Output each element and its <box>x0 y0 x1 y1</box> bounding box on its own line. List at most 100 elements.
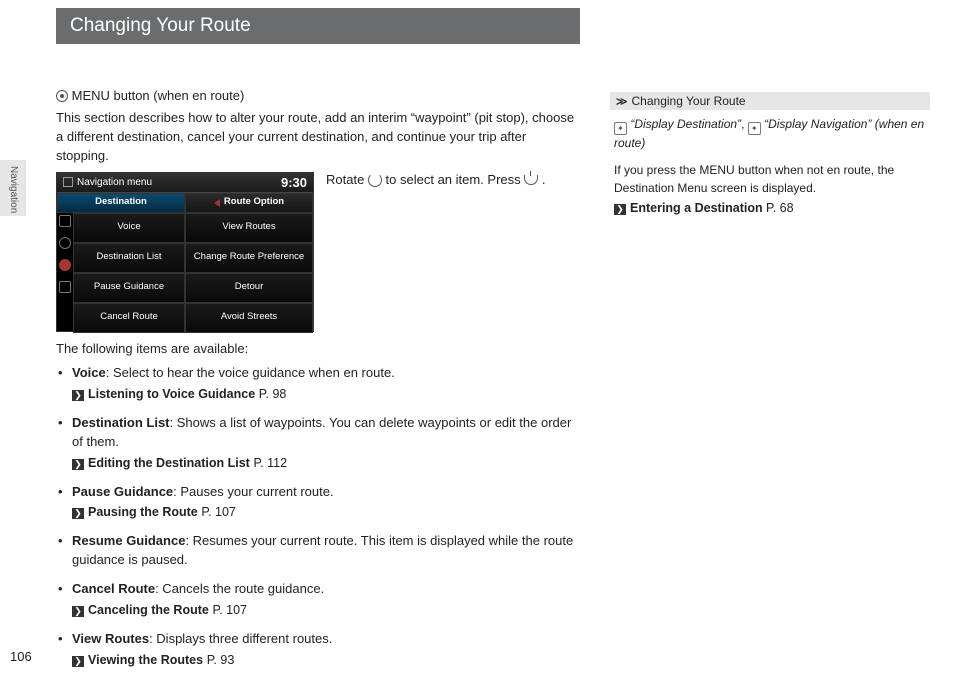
sidebar-column: ≫ Changing Your Route ✦ “Display Destina… <box>610 92 930 224</box>
rotate-instruction: Rotate to select an item. Press . <box>326 172 580 187</box>
xref-title: Editing the Destination List <box>88 456 250 470</box>
nav-item-label: Change Route Preference <box>194 252 304 262</box>
main-column: MENU button (when en route) This section… <box>56 88 580 679</box>
item-desc: : Select to hear the voice guidance when… <box>106 365 395 380</box>
list-icon <box>59 237 71 249</box>
list-item: View Routes: Displays three different ro… <box>56 630 580 670</box>
xref-page: P. 98 <box>259 387 287 401</box>
sidebar-xref: ❯ Entering a Destination P. 68 <box>614 199 926 217</box>
xref-icon: ❯ <box>72 606 84 617</box>
list-item: Voice: Select to hear the voice guidance… <box>56 364 580 404</box>
nav-item-label: Destination List <box>97 252 162 262</box>
xref: ❯ Pausing the Route P. 107 <box>72 503 580 522</box>
xref-page: P. 93 <box>207 653 235 667</box>
item-name: Cancel Route <box>72 581 155 596</box>
page-number: 106 <box>10 649 32 664</box>
xref-icon: ❯ <box>72 390 84 401</box>
screenshot-row: Navigation menu 9:30 Destination Route O… <box>56 172 580 332</box>
xref-icon: ❯ <box>614 204 626 215</box>
nav-item-voice: Voice <box>73 213 185 243</box>
side-tab-label: Navigation <box>8 166 19 213</box>
items-list: Voice: Select to hear the voice guidance… <box>56 364 580 669</box>
voice-cmd-2: “Display Navigation” <box>764 117 871 131</box>
list-item: Pause Guidance: Pauses your current rout… <box>56 483 580 523</box>
xref-title: Canceling the Route <box>88 603 209 617</box>
xref: ❯ Canceling the Route P. 107 <box>72 601 580 620</box>
item-name: Pause Guidance <box>72 484 173 499</box>
item-desc: : Displays three different routes. <box>149 631 332 646</box>
rotary-dial-icon <box>368 173 382 187</box>
voice-command-icon: ✦ <box>748 122 761 135</box>
nav-item-view-routes: View Routes <box>185 213 313 243</box>
pause-icon <box>59 259 71 271</box>
nav-menu-screenshot: Navigation menu 9:30 Destination Route O… <box>56 172 314 332</box>
menu-button-icon <box>56 90 68 102</box>
nav-item-cancel-route: Cancel Route <box>73 303 185 333</box>
intro-paragraph: This section describes how to alter your… <box>56 109 580 166</box>
nav-item-label: Detour <box>235 282 264 292</box>
item-desc: : Pauses your current route. <box>173 484 333 499</box>
nav-item-avoid-streets: Avoid Streets <box>185 303 313 333</box>
arrow-left-icon <box>214 199 220 207</box>
rotate-text-a: Rotate <box>326 172 368 187</box>
xref-icon: ❯ <box>72 508 84 519</box>
voice-sep: , <box>741 117 748 131</box>
sidebar-header: ≫ Changing Your Route <box>610 92 930 110</box>
nav-item-destination-list: Destination List <box>73 243 185 273</box>
item-name: Resume Guidance <box>72 533 185 548</box>
xref-page: P. 107 <box>212 603 247 617</box>
nav-title: Navigation menu <box>77 177 152 188</box>
xref: ❯ Editing the Destination List P. 112 <box>72 454 580 473</box>
item-desc: : Cancels the route guidance. <box>155 581 324 596</box>
section-header: Changing Your Route <box>56 8 580 44</box>
voice-cmd-1: “Display Destination” <box>630 117 741 131</box>
xref-page: P. 107 <box>201 505 236 519</box>
speaker-icon <box>59 215 71 227</box>
nav-left-iconbar <box>59 215 71 293</box>
xref-title: Pausing the Route <box>88 505 198 519</box>
nav-topbar: Navigation menu 9:30 <box>57 173 313 193</box>
list-item: Resume Guidance: Resumes your current ro… <box>56 532 580 570</box>
nav-item-label: Avoid Streets <box>221 312 277 322</box>
nav-tab-route-option: Route Option <box>185 193 313 213</box>
xref-page: P. 68 <box>766 201 794 215</box>
xref: ❯ Viewing the Routes P. 93 <box>72 651 580 670</box>
nav-home-icon: Navigation menu <box>63 177 152 188</box>
menu-button-text: MENU button (when en route) <box>72 88 245 103</box>
rotate-text-b: to select an item. Press <box>386 172 525 187</box>
list-item: Cancel Route: Cancels the route guidance… <box>56 580 580 620</box>
double-chevron-icon: ≫ <box>616 95 628 108</box>
item-name: Destination List <box>72 415 170 430</box>
sidebar-body: ✦ “Display Destination”, ✦ “Display Navi… <box>610 110 930 224</box>
nav-item-label: View Routes <box>222 222 275 232</box>
nav-tab-route-option-label: Route Option <box>224 197 284 207</box>
side-tab: Navigation <box>0 160 26 216</box>
nav-item-label: Voice <box>117 222 140 232</box>
nav-item-change-route-pref: Change Route Preference <box>185 243 313 273</box>
sidebar-title: Changing Your Route <box>632 94 746 108</box>
following-items-label: The following items are available: <box>56 340 580 359</box>
voice-commands-line: ✦ “Display Destination”, ✦ “Display Navi… <box>614 116 926 152</box>
section-title: Changing Your Route <box>70 15 251 36</box>
nav-item-pause-guidance: Pause Guidance <box>73 273 185 303</box>
xref-icon: ❯ <box>72 656 84 667</box>
xref-title: Listening to Voice Guidance <box>88 387 255 401</box>
nav-item-detour: Detour <box>185 273 313 303</box>
press-button-icon <box>524 175 538 185</box>
list-item: Destination List: Shows a list of waypoi… <box>56 414 580 473</box>
xref-icon: ❯ <box>72 459 84 470</box>
item-name: View Routes <box>72 631 149 646</box>
xref: ❯ Listening to Voice Guidance P. 98 <box>72 385 580 404</box>
xref-page: P. 112 <box>253 456 287 470</box>
nav-item-label: Pause Guidance <box>94 282 164 292</box>
cancel-icon <box>59 281 71 293</box>
nav-tab-destination: Destination <box>57 193 185 213</box>
rotate-text-c: . <box>542 172 546 187</box>
menu-button-line: MENU button (when en route) <box>56 88 580 103</box>
xref-title: Viewing the Routes <box>88 653 203 667</box>
sidebar-note: If you press the MENU button when not en… <box>614 162 926 197</box>
nav-tab-destination-label: Destination <box>95 197 147 207</box>
nav-clock: 9:30 <box>281 175 307 190</box>
item-name: Voice <box>72 365 106 380</box>
xref-title: Entering a Destination <box>630 201 763 215</box>
